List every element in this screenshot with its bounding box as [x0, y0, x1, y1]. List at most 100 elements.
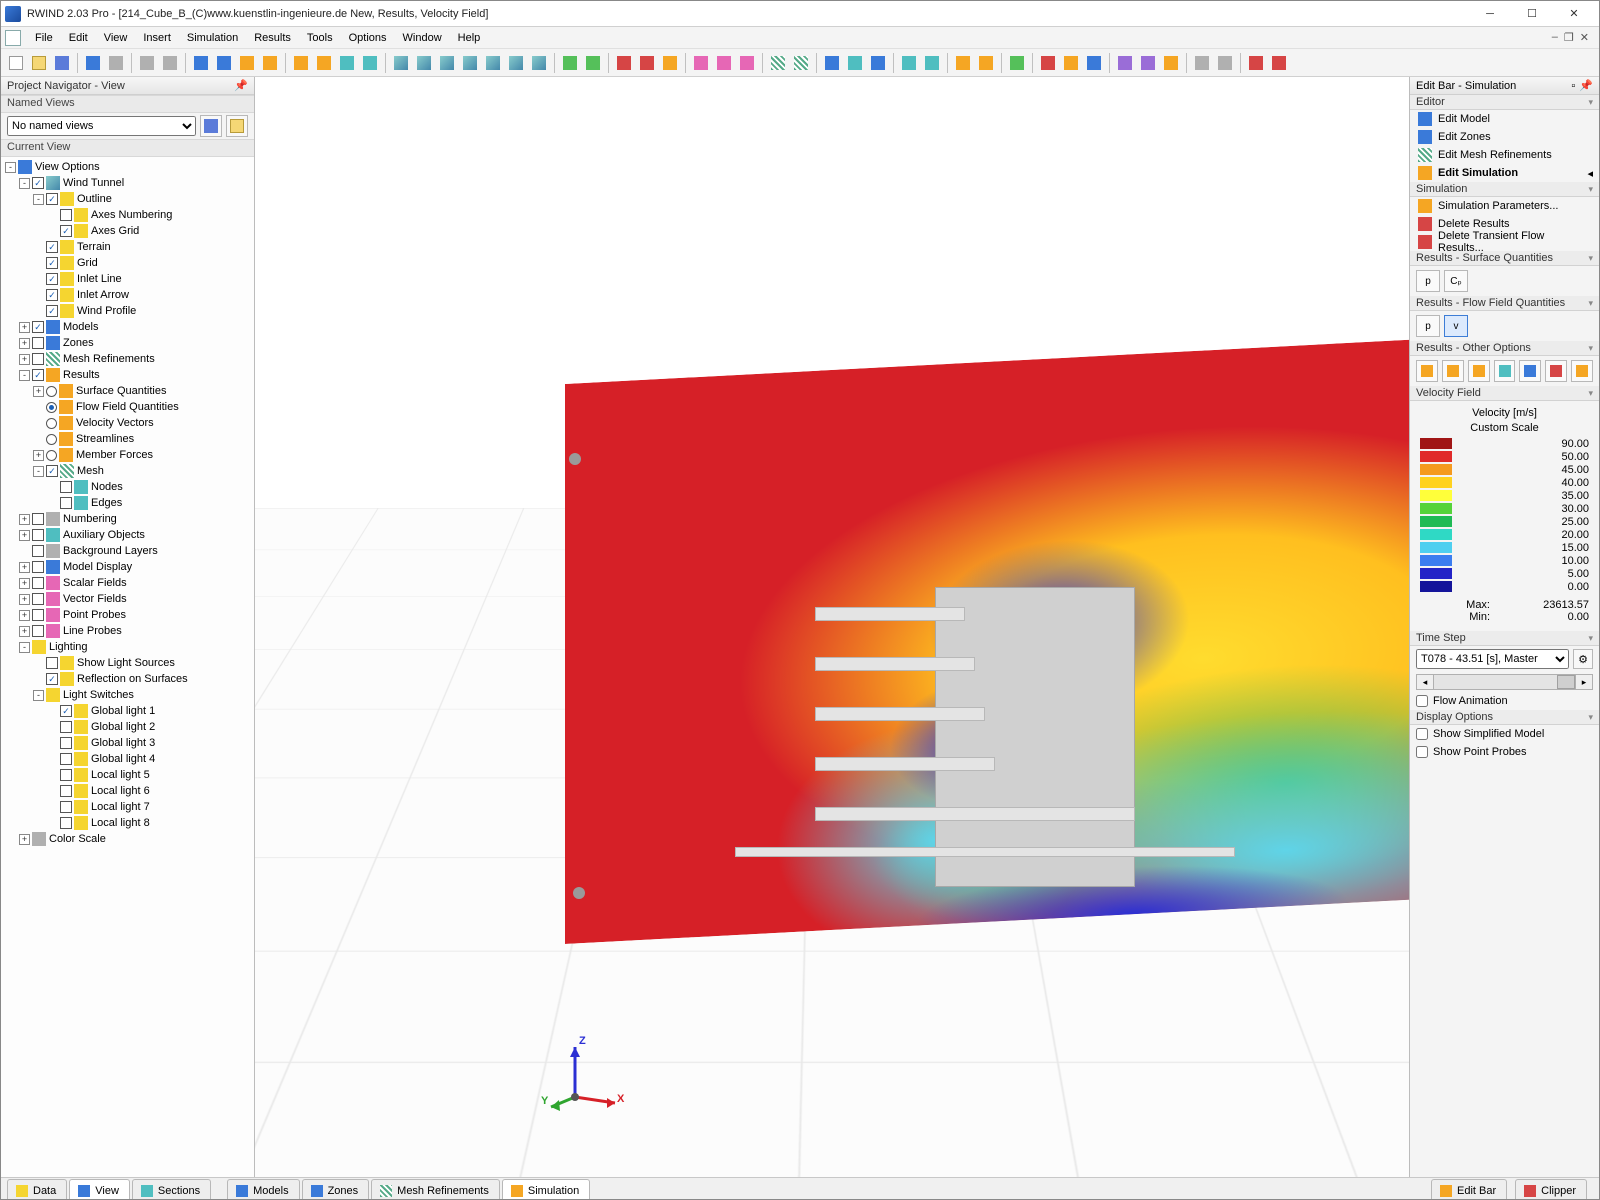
tree-item[interactable]: +Vector Fields	[1, 591, 254, 607]
tree-expander[interactable]: +	[33, 386, 44, 397]
view-options-tree[interactable]: -View Options-✓Wind Tunnel-✓OutlineAxes …	[1, 157, 254, 1177]
tree-checkbox[interactable]	[60, 801, 72, 813]
bottom-tab[interactable]: Zones	[302, 1179, 370, 1199]
menu-edit[interactable]: Edit	[61, 30, 96, 46]
toolbar-button-39[interactable]	[767, 52, 789, 74]
bottom-tab[interactable]: Sections	[132, 1179, 211, 1199]
toolbar-button-8[interactable]	[159, 52, 181, 74]
results-option-button[interactable]	[1442, 360, 1464, 382]
timestep-next-button[interactable]: ▸	[1575, 674, 1593, 690]
tree-item[interactable]: ✓Axes Grid	[1, 223, 254, 239]
toolbar-button-32[interactable]	[636, 52, 658, 74]
tree-checkbox[interactable]	[60, 497, 72, 509]
display-option-checkbox[interactable]	[1416, 728, 1428, 740]
timestep-select[interactable]: T078 - 43.51 [s], Master	[1416, 649, 1569, 669]
editor-group-header[interactable]: Editor▾	[1410, 95, 1599, 110]
named-views-select[interactable]: No named views	[7, 116, 196, 136]
tree-expander[interactable]: +	[19, 626, 30, 637]
tree-radio[interactable]	[46, 434, 57, 445]
toolbar-button-23[interactable]	[459, 52, 481, 74]
tree-expander[interactable]: -	[33, 466, 44, 477]
tree-expander[interactable]: -	[33, 194, 44, 205]
tree-checkbox[interactable]: ✓	[46, 273, 58, 285]
tree-item[interactable]: Local light 7	[1, 799, 254, 815]
tree-item[interactable]: +Line Probes	[1, 623, 254, 639]
velocity-field-header[interactable]: Velocity Field▾	[1410, 386, 1599, 401]
other-options-header[interactable]: Results - Other Options▾	[1410, 341, 1599, 356]
toolbar-button-16[interactable]	[313, 52, 335, 74]
tree-item[interactable]: -✓Results	[1, 367, 254, 383]
tree-item[interactable]: +Point Probes	[1, 607, 254, 623]
tree-item[interactable]: ✓Global light 1	[1, 703, 254, 719]
tree-checkbox[interactable]	[60, 785, 72, 797]
toolbar-button-65[interactable]	[1245, 52, 1267, 74]
tree-checkbox[interactable]: ✓	[32, 321, 44, 333]
flow-field-quantities-header[interactable]: Results - Flow Field Quantities▾	[1410, 296, 1599, 311]
toolbar-button-50[interactable]	[975, 52, 997, 74]
tree-checkbox[interactable]: ✓	[46, 241, 58, 253]
tree-radio[interactable]	[46, 418, 57, 429]
tree-checkbox[interactable]	[46, 657, 58, 669]
slicer-handle[interactable]	[573, 887, 585, 899]
results-option-button[interactable]	[1494, 360, 1516, 382]
tree-item[interactable]: +Mesh Refinements	[1, 351, 254, 367]
tree-item[interactable]: Local light 5	[1, 767, 254, 783]
toolbar-button-20[interactable]	[390, 52, 412, 74]
simulation-item[interactable]: Delete Transient Flow Results...	[1410, 233, 1599, 251]
tree-checkbox[interactable]: ✓	[46, 289, 58, 301]
tree-checkbox[interactable]	[60, 209, 72, 221]
simulation-item[interactable]: Simulation Parameters...	[1410, 197, 1599, 215]
tree-checkbox[interactable]: ✓	[46, 257, 58, 269]
tree-item[interactable]: +Numbering	[1, 511, 254, 527]
tree-item[interactable]: Global light 2	[1, 719, 254, 735]
tree-expander[interactable]: +	[19, 338, 30, 349]
tree-checkbox[interactable]: ✓	[60, 225, 72, 237]
tree-checkbox[interactable]	[60, 737, 72, 749]
bottom-tab[interactable]: View	[69, 1179, 130, 1199]
manage-views-button[interactable]	[226, 115, 248, 137]
menu-view[interactable]: View	[96, 30, 136, 46]
tree-checkbox[interactable]: ✓	[46, 305, 58, 317]
results-option-button[interactable]	[1571, 360, 1593, 382]
menu-file[interactable]: File	[27, 30, 61, 46]
bottom-tab[interactable]: Clipper	[1515, 1179, 1587, 1199]
toolbar-button-4[interactable]	[82, 52, 104, 74]
editor-item[interactable]: Edit Model	[1410, 110, 1599, 128]
tree-item[interactable]: Global light 3	[1, 735, 254, 751]
tree-expander[interactable]: +	[19, 834, 30, 845]
bottom-tab[interactable]: Mesh Refinements	[371, 1179, 500, 1199]
tree-expander[interactable]: +	[19, 354, 30, 365]
mdi-minimize-button[interactable]: –	[1552, 31, 1558, 44]
toolbar-button-47[interactable]	[921, 52, 943, 74]
editor-item[interactable]: Edit Zones	[1410, 128, 1599, 146]
surface-quantity-button[interactable]: Cₚ	[1444, 270, 1468, 292]
tree-item[interactable]: +Auxiliary Objects	[1, 527, 254, 543]
tree-radio[interactable]	[46, 402, 57, 413]
results-option-button[interactable]	[1468, 360, 1490, 382]
tree-expander[interactable]: -	[5, 162, 16, 173]
tree-expander[interactable]: +	[19, 594, 30, 605]
tree-item[interactable]: Nodes	[1, 479, 254, 495]
tree-expander[interactable]: -	[19, 642, 30, 653]
tree-expander[interactable]: -	[19, 370, 30, 381]
tree-checkbox[interactable]: ✓	[46, 465, 58, 477]
timestep-prev-button[interactable]: ◂	[1416, 674, 1434, 690]
save-view-button[interactable]	[200, 115, 222, 137]
tree-expander[interactable]: -	[19, 178, 30, 189]
bottom-tab[interactable]: Edit Bar	[1431, 1179, 1507, 1199]
toolbar-button-25[interactable]	[505, 52, 527, 74]
toolbar-button-37[interactable]	[736, 52, 758, 74]
toolbar-button-58[interactable]	[1114, 52, 1136, 74]
tree-item[interactable]: ✓Inlet Arrow	[1, 287, 254, 303]
toolbar-button-44[interactable]	[867, 52, 889, 74]
tree-checkbox[interactable]: ✓	[46, 193, 58, 205]
toolbar-button-24[interactable]	[482, 52, 504, 74]
tree-checkbox[interactable]	[60, 721, 72, 733]
toolbar-button-66[interactable]	[1268, 52, 1290, 74]
flow-quantity-button[interactable]: p	[1416, 315, 1440, 337]
menu-simulation[interactable]: Simulation	[179, 30, 246, 46]
flow-quantity-button[interactable]: v	[1444, 315, 1468, 337]
display-option-checkbox[interactable]	[1416, 746, 1428, 758]
tree-checkbox[interactable]	[32, 625, 44, 637]
menu-options[interactable]: Options	[341, 30, 395, 46]
